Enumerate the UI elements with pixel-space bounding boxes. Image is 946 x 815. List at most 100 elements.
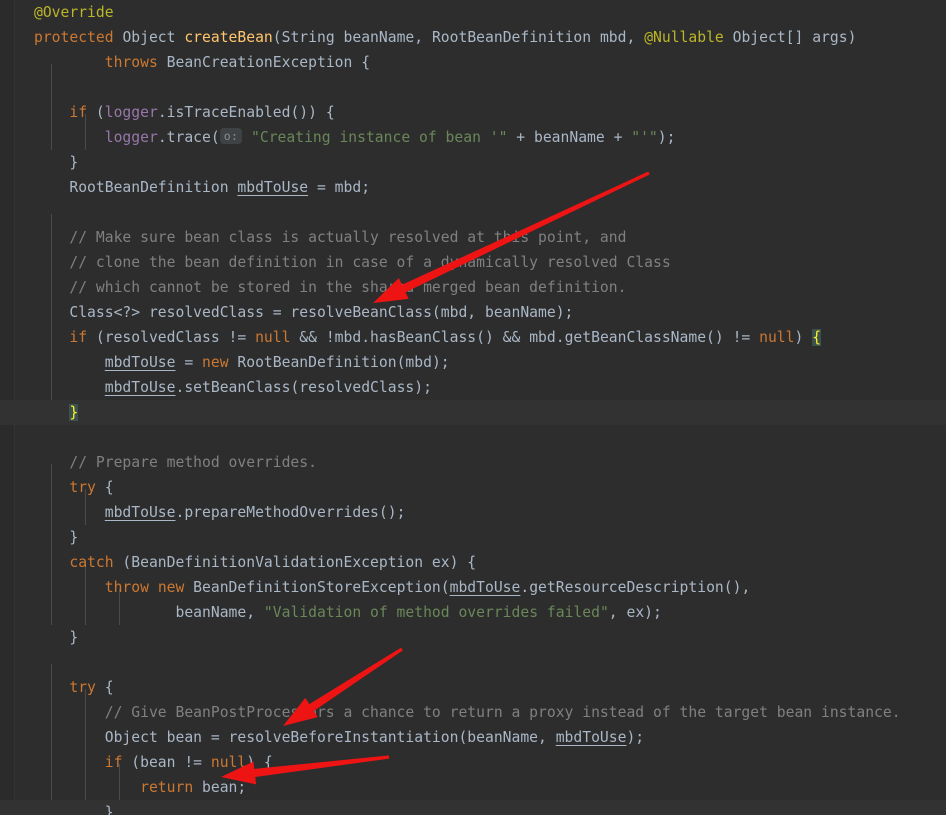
code-line[interactable]: }: [0, 150, 946, 175]
code-line[interactable]: logger.trace(o: "Creating instance of be…: [0, 125, 946, 150]
code-token: (bean !=: [122, 754, 211, 771]
code-token: .trace(: [157, 129, 220, 146]
code-token: mbdToUse: [104, 379, 176, 396]
code-token: @Nullable: [644, 29, 724, 46]
code-token: mbdToUse: [104, 354, 176, 371]
code-token: logger: [104, 129, 158, 146]
code-line[interactable]: }: [0, 400, 946, 425]
code-line[interactable]: }: [0, 525, 946, 550]
code-line[interactable]: catch (BeanDefinitionValidationException…: [0, 550, 946, 575]
code-line[interactable]: throws BeanCreationException {: [0, 50, 946, 75]
code-line[interactable]: // clone the bean definition in case of …: [0, 250, 946, 275]
code-token: throws: [104, 54, 158, 71]
code-token: String beanName, RootBeanDefinition mbd,: [281, 29, 645, 46]
code-line[interactable]: if (logger.isTraceEnabled()) {: [0, 100, 946, 125]
code-line[interactable]: // Give BeanPostProcessors a chance to r…: [0, 700, 946, 725]
code-token: mbdToUse: [449, 579, 521, 596]
code-line[interactable]: return bean;: [0, 775, 946, 800]
code-line[interactable]: try {: [0, 475, 946, 500]
code-token: {: [95, 479, 114, 496]
code-token: null: [759, 329, 795, 346]
code-line[interactable]: }: [0, 800, 946, 815]
code-token: BeanDefinitionStoreException(: [184, 579, 450, 596]
code-line[interactable]: if (bean != null) {: [0, 750, 946, 775]
code-token: // which cannot be stored in the shared …: [34, 279, 627, 296]
code-token: // Give BeanPostProcessors a chance to r…: [34, 704, 901, 721]
code-line[interactable]: [0, 425, 946, 450]
code-line[interactable]: mbdToUse = new RootBeanDefinition(mbd);: [0, 350, 946, 375]
code-token: try: [69, 679, 96, 696]
code-token: && !mbd.hasBeanClass() && mbd.getBeanCla…: [290, 329, 760, 346]
code-line[interactable]: beanName, "Validation of method override…: [0, 600, 946, 625]
code-line[interactable]: // which cannot be stored in the shared …: [0, 275, 946, 300]
code-token: mbdToUse: [237, 179, 309, 196]
code-token: RootBeanDefinition: [34, 179, 238, 196]
code-token: );: [626, 729, 645, 746]
code-content[interactable]: @Override protected Object createBean(Str…: [0, 0, 946, 815]
code-token: BeanCreationException {: [157, 54, 371, 71]
code-token: {: [95, 679, 114, 696]
code-token: bean;: [193, 779, 247, 796]
code-line[interactable]: throw new BeanDefinitionStoreException(m…: [0, 575, 946, 600]
code-token: (BeanDefinitionValidationException ex) {: [113, 554, 477, 571]
inlay-parameter-hint[interactable]: o:: [219, 128, 243, 144]
code-line[interactable]: RootBeanDefinition mbdToUse = mbd;: [0, 175, 946, 200]
code-token: }: [34, 154, 79, 171]
code-token: throw: [104, 579, 149, 596]
code-line[interactable]: // Make sure bean class is actually reso…: [0, 225, 946, 250]
code-line[interactable]: Object bean = resolveBeforeInstantiation…: [0, 725, 946, 750]
code-token: = mbd;: [308, 179, 371, 196]
code-line[interactable]: [0, 75, 946, 100]
code-token: // clone the bean definition in case of …: [34, 254, 671, 271]
code-token: .setBeanClass(resolvedClass);: [175, 379, 432, 396]
code-token: ) {: [246, 754, 273, 771]
code-token: null: [255, 329, 291, 346]
code-token: .prepareMethodOverrides();: [175, 504, 406, 521]
code-token: if: [69, 329, 88, 346]
code-token: (: [87, 104, 105, 121]
code-line[interactable]: @Override: [0, 0, 946, 25]
code-token: null: [210, 754, 247, 771]
code-token: Object bean = resolveBeforeInstantiation…: [34, 729, 556, 746]
code-token: Object: [122, 29, 176, 46]
code-line[interactable]: mbdToUse.setBeanClass(resolvedClass);: [0, 375, 946, 400]
code-line[interactable]: [0, 200, 946, 225]
code-editor[interactable]: @Override protected Object createBean(Str…: [0, 0, 946, 815]
code-line[interactable]: try {: [0, 675, 946, 700]
code-token: }: [34, 804, 114, 815]
code-token: "Validation of method overrides failed": [263, 604, 609, 621]
code-line[interactable]: Class<?> resolvedClass = resolveBeanClas…: [0, 300, 946, 325]
code-token: =: [175, 354, 203, 371]
code-token: Class<?> resolvedClass = resolveBeanClas…: [34, 304, 574, 321]
code-line[interactable]: mbdToUse.prepareMethodOverrides();: [0, 500, 946, 525]
code-line[interactable]: // Prepare method overrides.: [0, 450, 946, 475]
code-line[interactable]: [0, 650, 946, 675]
code-line[interactable]: }: [0, 625, 946, 650]
code-token: return: [140, 779, 194, 796]
code-token: createBean: [184, 29, 273, 46]
code-token: "'": [631, 129, 658, 146]
code-token: new: [202, 354, 229, 371]
code-token: }: [34, 629, 79, 646]
code-token: .isTraceEnabled()) {: [157, 104, 335, 121]
code-token: logger: [104, 104, 158, 121]
code-line[interactable]: protected Object createBean(String beanN…: [0, 25, 946, 50]
code-token: mbdToUse: [555, 729, 627, 746]
code-token: // Make sure bean class is actually reso…: [34, 229, 627, 246]
code-line[interactable]: if (resolvedClass != null && !mbd.hasBea…: [0, 325, 946, 350]
code-token: (resolvedClass !=: [87, 329, 256, 346]
code-token: new: [157, 579, 185, 596]
code-token: ): [794, 329, 813, 346]
